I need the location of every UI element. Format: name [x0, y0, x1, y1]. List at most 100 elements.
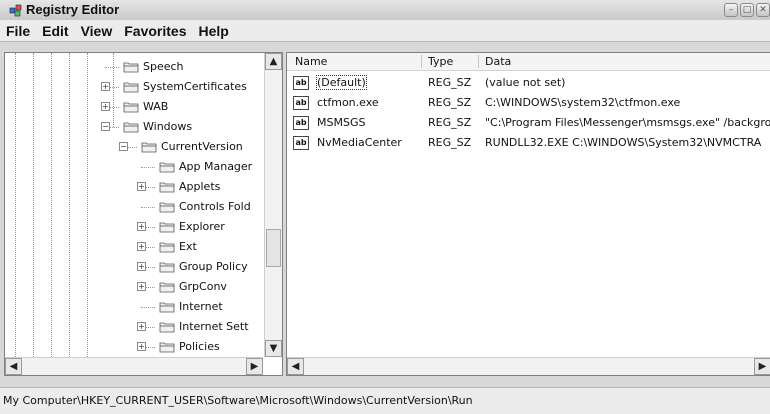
tree-item[interactable]: − Windows — [5, 117, 263, 137]
expand-icon[interactable]: + — [137, 342, 146, 351]
menu-edit[interactable]: Edit — [36, 23, 74, 39]
value-row[interactable]: ab NvMediaCenter REG_SZ RUNDLL32.EXE C:\WIN… — [287, 134, 770, 152]
menu-file[interactable]: File — [0, 23, 36, 39]
status-path: My Computer\HKEY_CURRENT_USER\Software\M… — [3, 394, 473, 407]
expand-icon[interactable]: + — [137, 222, 146, 231]
value-data: "C:\Program Files\Messenger\msmsgs.exe" … — [485, 116, 770, 129]
tree-horizontal-scrollbar[interactable]: ◀ ▶ — [5, 357, 263, 375]
expand-icon[interactable]: + — [101, 102, 110, 111]
collapse-icon[interactable]: − — [101, 122, 110, 131]
title-bar[interactable]: Registry Editor – □ ✕ — [0, 0, 770, 21]
value-row[interactable]: ab MSMSGS REG_SZ "C:\Program Files\Messenge… — [287, 114, 770, 132]
string-value-icon: ab — [293, 116, 309, 130]
column-header: Name Type Data — [287, 53, 770, 71]
tree-item[interactable]: Internet — [5, 297, 263, 317]
scroll-up-button[interactable]: ▲ — [265, 53, 282, 70]
tree-item-label: Controls Fold — [179, 200, 251, 213]
tree-item[interactable]: + Group Policy — [5, 257, 263, 277]
close-button[interactable]: ✕ — [756, 3, 770, 17]
folder-icon — [159, 240, 175, 253]
menu-help[interactable]: Help — [192, 23, 234, 39]
expand-icon[interactable]: + — [137, 282, 146, 291]
expand-icon[interactable]: + — [137, 182, 146, 191]
tree-item-label: Internet Sett — [179, 320, 249, 333]
value-type: REG_SZ — [428, 136, 472, 149]
column-data[interactable]: Data — [485, 55, 511, 68]
tree-item[interactable]: Controls Fold — [5, 197, 263, 217]
value-list-pane[interactable]: Name Type Data ab (Default) REG_SZ (value n… — [286, 52, 770, 376]
value-type: REG_SZ — [428, 116, 472, 129]
menu-view[interactable]: View — [75, 23, 119, 39]
folder-icon — [159, 340, 175, 353]
scroll-left-button[interactable]: ◀ — [287, 358, 304, 375]
tree-connector-line — [141, 207, 155, 208]
minimize-button[interactable]: – — [724, 3, 738, 17]
tree-item[interactable]: − CurrentVersion — [5, 137, 263, 157]
column-type[interactable]: Type — [428, 55, 453, 68]
expand-icon[interactable]: + — [137, 242, 146, 251]
tree-connector-line — [105, 67, 119, 68]
folder-icon — [159, 300, 175, 313]
tree-item-label: Ext — [179, 240, 197, 253]
column-divider[interactable] — [478, 55, 479, 68]
scroll-left-button[interactable]: ◀ — [5, 358, 22, 375]
tree-item[interactable]: + SystemCertificates — [5, 77, 263, 97]
menu-favorites[interactable]: Favorites — [118, 23, 192, 39]
folder-icon — [159, 260, 175, 273]
value-name: NvMediaCenter — [317, 136, 402, 149]
value-data: RUNDLL32.EXE C:\WINDOWS\System32\NVMCTRA — [485, 136, 762, 149]
tree-item[interactable]: + Internet Sett — [5, 317, 263, 337]
folder-icon — [159, 180, 175, 193]
expand-icon[interactable]: + — [137, 322, 146, 331]
expand-icon[interactable]: + — [101, 82, 110, 91]
tree-item-label: GrpConv — [179, 280, 227, 293]
tree-item[interactable]: Speech — [5, 57, 263, 77]
value-name: ctfmon.exe — [317, 96, 379, 109]
scroll-down-button[interactable]: ▼ — [265, 340, 282, 357]
value-data: (value not set) — [485, 76, 566, 89]
tree-item[interactable]: + Explorer — [5, 217, 263, 237]
folder-icon — [123, 80, 139, 93]
column-name[interactable]: Name — [295, 55, 327, 68]
folder-icon — [123, 60, 139, 73]
collapse-icon[interactable]: − — [119, 142, 128, 151]
folder-icon — [123, 120, 139, 133]
tree-item-label: CurrentVersion — [161, 140, 243, 153]
tree-scroll-thumb[interactable] — [266, 229, 281, 267]
status-bar: My Computer\HKEY_CURRENT_USER\Software\M… — [0, 387, 770, 414]
tree-item[interactable]: + Applets — [5, 177, 263, 197]
tree-item-label: SystemCertificates — [143, 80, 247, 93]
window-controls: – □ ✕ — [724, 3, 770, 17]
tree-item-label: Policies — [179, 340, 220, 353]
tree-item-label: WAB — [143, 100, 169, 113]
tree-item[interactable]: + Ext — [5, 237, 263, 257]
expand-icon[interactable]: + — [137, 262, 146, 271]
maximize-button[interactable]: □ — [740, 3, 754, 17]
list-horizontal-scrollbar[interactable]: ◀ ▶ — [287, 357, 770, 375]
tree-item[interactable]: + Policies — [5, 337, 263, 357]
folder-icon — [159, 160, 175, 173]
value-row[interactable]: ab (Default) REG_SZ (value not set) — [287, 74, 770, 92]
folder-icon — [159, 320, 175, 333]
tree-item[interactable]: + WAB — [5, 97, 263, 117]
tree-item-label: App Manager — [179, 160, 253, 173]
string-value-icon: ab — [293, 96, 309, 110]
tree-item[interactable]: App Manager — [5, 157, 263, 177]
folder-icon — [159, 280, 175, 293]
folder-icon — [123, 100, 139, 113]
tree-vertical-scrollbar[interactable]: ▲ ▼ — [264, 53, 282, 357]
scroll-right-button[interactable]: ▶ — [754, 358, 770, 375]
value-row[interactable]: ab ctfmon.exe REG_SZ C:\WINDOWS\system32\ct… — [287, 94, 770, 112]
string-value-icon: ab — [293, 136, 309, 150]
tree-item-label: Speech — [143, 60, 184, 73]
column-divider[interactable] — [421, 55, 422, 68]
window-title: Registry Editor — [26, 2, 120, 17]
registry-editor-icon — [9, 4, 22, 17]
tree-connector-line — [141, 167, 155, 168]
scroll-right-button[interactable]: ▶ — [246, 358, 263, 375]
key-tree-pane[interactable]: Speech + SystemCertificates + WAB − Windows − Cu… — [4, 52, 283, 376]
tree-item-label: Applets — [179, 180, 221, 193]
tree-item-label: Internet — [179, 300, 223, 313]
tree-item[interactable]: + GrpConv — [5, 277, 263, 297]
string-value-icon: ab — [293, 76, 309, 90]
